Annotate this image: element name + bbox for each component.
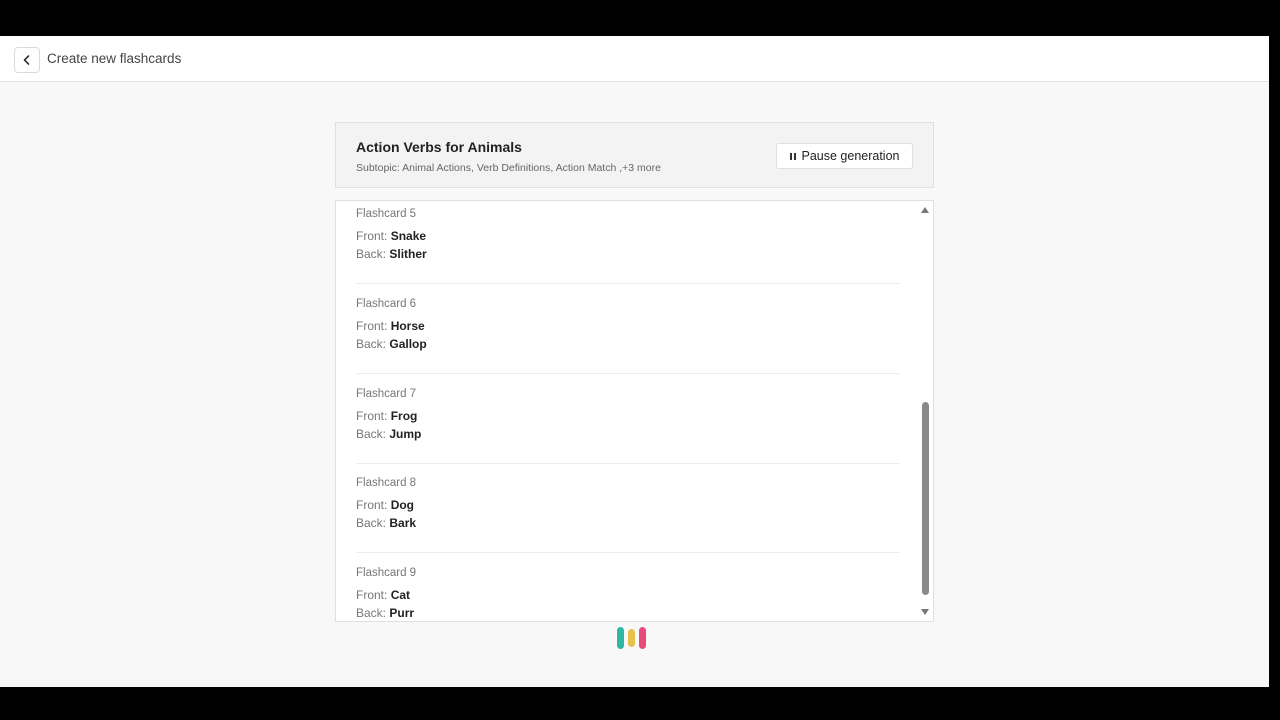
page-title: Create new flashcards [47,51,182,66]
flashcard-front: Front: Dog [356,498,414,512]
back-value: Slither [389,247,427,261]
flashcard-item: Flashcard 6 Front: Horse Back: Gallop [356,298,900,374]
flashcard-front: Front: Horse [356,319,425,333]
back-label: Back: [356,427,390,441]
front-label: Front: [356,498,391,512]
flashcard-front: Front: Cat [356,588,410,602]
flashcard-front: Front: Frog [356,409,417,423]
loading-bars-icon [617,624,653,652]
back-value: Bark [389,516,417,530]
deck-header: Action Verbs for Animals Subtopic: Anima… [335,122,934,188]
back-button[interactable] [14,47,40,73]
loader-bar [617,627,624,649]
flashcard-back: Back: Gallop [356,337,427,351]
deck-subtopics: Subtopic: Animal Actions, Verb Definitio… [356,162,661,174]
front-value: Horse [390,319,425,333]
deck-title: Action Verbs for Animals [356,139,522,155]
flashcard-list[interactable]: Flashcard 5 Front: Snake Back: Slither F… [335,200,934,622]
flashcard-front: Front: Snake [356,229,426,243]
back-value: Purr [389,606,415,620]
flashcard-number: Flashcard 8 [356,477,417,489]
flashcard-number: Flashcard 7 [356,388,417,400]
back-label: Back: [356,606,390,620]
chevron-left-icon [23,55,30,65]
top-bar: Create new flashcards [0,36,1269,82]
front-value: Dog [390,498,415,512]
scroll-down-arrow-icon[interactable] [921,609,929,615]
flashcard-number: Flashcard 5 [356,208,417,220]
app-window: Create new flashcards Action Verbs for A… [0,36,1269,687]
front-value: Frog [390,409,418,423]
back-value: Gallop [389,337,427,351]
pause-icon [789,152,796,160]
flashcard-item: Flashcard 9 Front: Cat Back: Purr [356,567,900,621]
back-label: Back: [356,337,390,351]
pause-generation-button[interactable]: Pause generation [776,143,913,169]
front-label: Front: [356,409,391,423]
scrollbar-thumb[interactable] [922,402,929,595]
flashcard-back: Back: Slither [356,247,427,261]
flashcard-back: Back: Jump [356,427,421,441]
screen-border [1269,36,1280,687]
front-value: Snake [390,229,427,243]
flashcard-back: Back: Purr [356,606,414,620]
scroll-up-arrow-icon[interactable] [921,207,929,213]
flashcard-back: Back: Bark [356,516,416,530]
flashcard-item: Flashcard 7 Front: Frog Back: Jump [356,388,900,464]
back-label: Back: [356,247,390,261]
flashcard-item: Flashcard 5 Front: Snake Back: Slither [356,208,900,284]
front-value: Cat [390,588,411,602]
front-label: Front: [356,319,391,333]
back-label: Back: [356,516,390,530]
flashcard-number: Flashcard 6 [356,298,417,310]
loader-bar [628,629,635,647]
front-label: Front: [356,588,391,602]
flashcard-number: Flashcard 9 [356,567,417,579]
pause-generation-label: Pause generation [801,149,900,163]
flashcard-item: Flashcard 8 Front: Dog Back: Bark [356,477,900,553]
loader-bar [639,627,646,649]
back-value: Jump [389,427,422,441]
front-label: Front: [356,229,391,243]
